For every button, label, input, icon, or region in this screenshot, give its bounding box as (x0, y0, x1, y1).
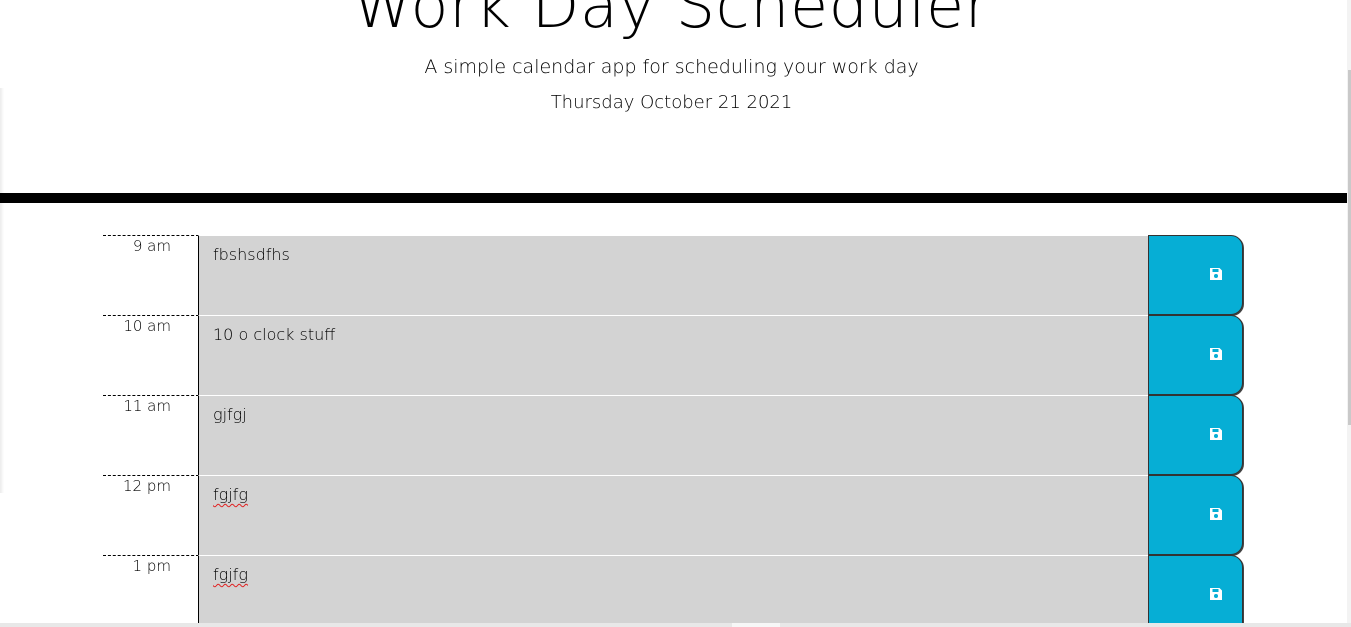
hour-label: 10 am (103, 315, 199, 395)
description-textarea[interactable]: 10 o clock stuff (198, 315, 1149, 395)
page-subtitle: A simple calendar app for scheduling you… (424, 56, 919, 78)
floppy-disk-icon (1169, 426, 1223, 445)
floppy-disk-icon (1169, 346, 1223, 365)
description-textarea[interactable]: fbshsdfhs (198, 235, 1149, 315)
save-button[interactable] (1148, 235, 1243, 315)
floppy-disk-icon (1169, 506, 1223, 525)
current-day: Thursday October 21 2021 (550, 92, 793, 113)
page: Work Day Scheduler A simple calendar app… (0, 0, 1351, 627)
description-text: fgjfg (213, 485, 248, 504)
time-block-row: 10 am 10 o clock stuff (103, 315, 1243, 395)
description-text: 10 o clock stuff (213, 325, 336, 344)
jumbotron-header: Work Day Scheduler A simple calendar app… (0, 0, 1347, 193)
time-block-row: 1 pm fgjfg (103, 555, 1243, 627)
left-edge-shadow (0, 88, 4, 493)
time-block-row: 12 pm fgjfg (103, 475, 1243, 555)
description-text: fgjfg (213, 565, 248, 584)
floppy-disk-icon (1169, 266, 1223, 285)
save-button[interactable] (1148, 475, 1243, 555)
time-block-row: 9 am fbshsdfhs (103, 235, 1243, 315)
description-textarea[interactable]: fgjfg (198, 475, 1149, 555)
description-text: gjfgj (213, 405, 247, 424)
hour-label: 11 am (103, 395, 199, 475)
description-textarea[interactable]: gjfgj (198, 395, 1149, 475)
page-title: Work Day Scheduler (352, 0, 991, 42)
header-divider (0, 193, 1347, 203)
save-button[interactable] (1148, 315, 1243, 395)
vertical-scrollbar[interactable] (1347, 0, 1351, 627)
hour-label: 9 am (103, 235, 199, 315)
save-button[interactable] (1148, 555, 1243, 627)
hour-label: 12 pm (103, 475, 199, 555)
description-text: fbshsdfhs (213, 245, 290, 264)
time-block-row: 11 am gjfgj (103, 395, 1243, 475)
horizontal-scrollbar-thumb[interactable] (732, 623, 780, 627)
description-textarea[interactable]: fgjfg (198, 555, 1149, 627)
hour-label: 1 pm (103, 555, 199, 627)
save-button[interactable] (1148, 395, 1243, 475)
floppy-disk-icon (1169, 586, 1223, 605)
horizontal-scrollbar[interactable] (0, 623, 1351, 627)
